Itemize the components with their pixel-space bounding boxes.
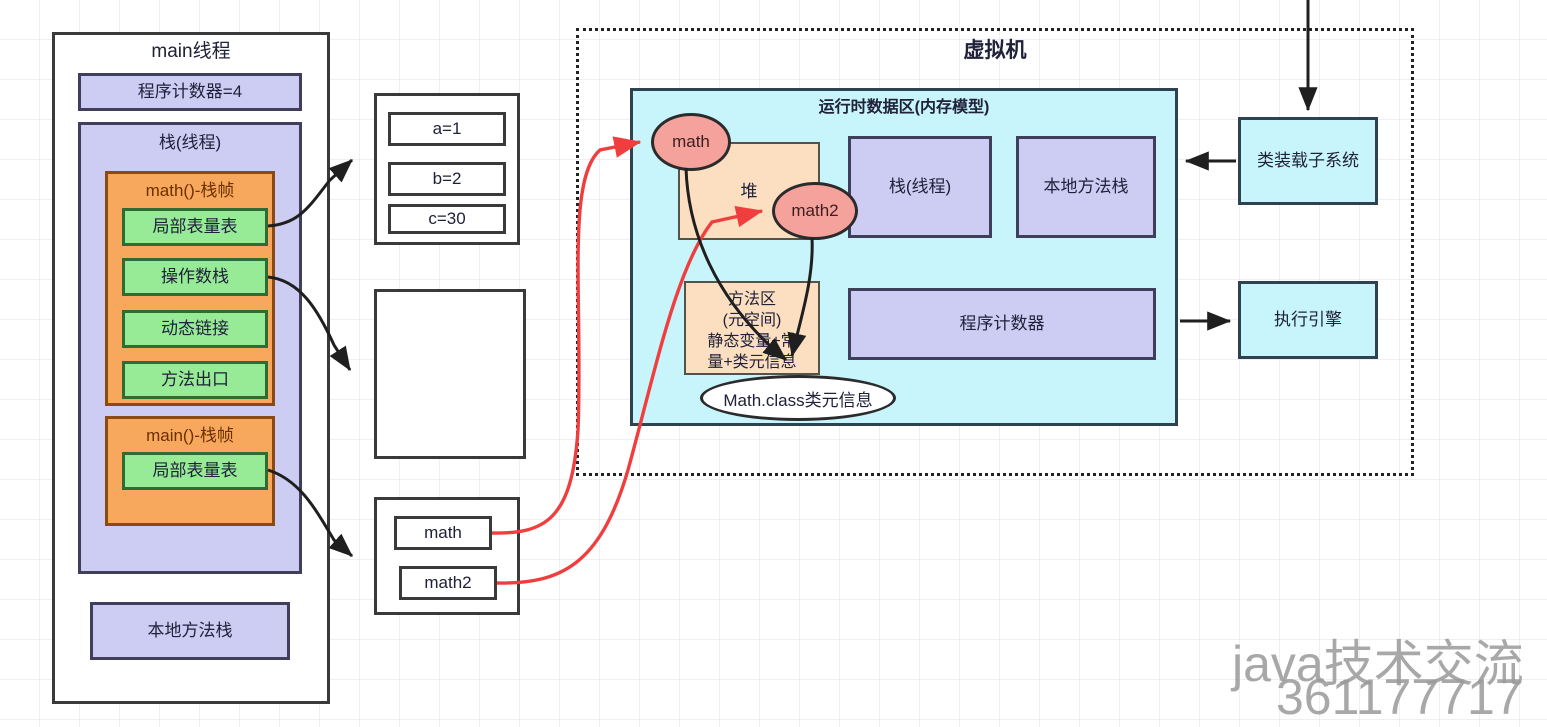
math-frame-dynamic-link: 动态链接 xyxy=(122,310,268,348)
local-value-c: c=30 xyxy=(388,204,506,234)
main-thread-title: main线程 xyxy=(151,41,231,62)
math-frame-operand-stack: 操作数栈 xyxy=(122,258,268,296)
runtime-program-counter: 程序计数器 xyxy=(848,288,1156,360)
main-thread-native-method-stack: 本地方法栈 xyxy=(90,602,290,660)
method-area-line-4: 量+类元信息 xyxy=(707,354,797,371)
reference-math: math xyxy=(394,516,492,550)
main-frame-local-variable-table: 局部表量表 xyxy=(122,452,268,490)
math-frame-local-variable-table: 局部表量表 xyxy=(122,208,268,246)
heap-object-math: math xyxy=(651,113,731,171)
local-value-b: b=2 xyxy=(388,162,506,196)
watermark-line-2: 361177717 xyxy=(1276,669,1523,725)
heap-object-math2: math2 xyxy=(772,182,858,240)
main-stack-frame-title: main()-栈帧 xyxy=(146,426,234,445)
class-metadata-ellipse: Math.class类元信息 xyxy=(700,375,896,421)
runtime-data-area-title: 运行时数据区(内存模型) xyxy=(818,99,990,116)
runtime-stack-thread: 栈(线程) xyxy=(848,136,992,238)
local-value-a: a=1 xyxy=(388,112,506,146)
runtime-native-method-stack: 本地方法栈 xyxy=(1016,136,1156,238)
virtual-machine-title: 虚拟机 xyxy=(963,39,1027,62)
reference-math2: math2 xyxy=(399,566,497,600)
operand-stack-box xyxy=(374,289,526,459)
diagram-canvas: main线程 程序计数器=4 栈(线程) math()-栈帧 局部表量表 操作数… xyxy=(0,0,1547,727)
math-stack-frame-title: math()-栈帧 xyxy=(145,181,235,200)
main-thread-stack-title: 栈(线程) xyxy=(158,133,222,152)
math-frame-method-exit: 方法出口 xyxy=(122,361,268,399)
execution-engine: 执行引擎 xyxy=(1238,281,1378,359)
class-loader-subsystem: 类装载子系统 xyxy=(1238,117,1378,205)
main-thread-program-counter: 程序计数器=4 xyxy=(78,73,302,111)
